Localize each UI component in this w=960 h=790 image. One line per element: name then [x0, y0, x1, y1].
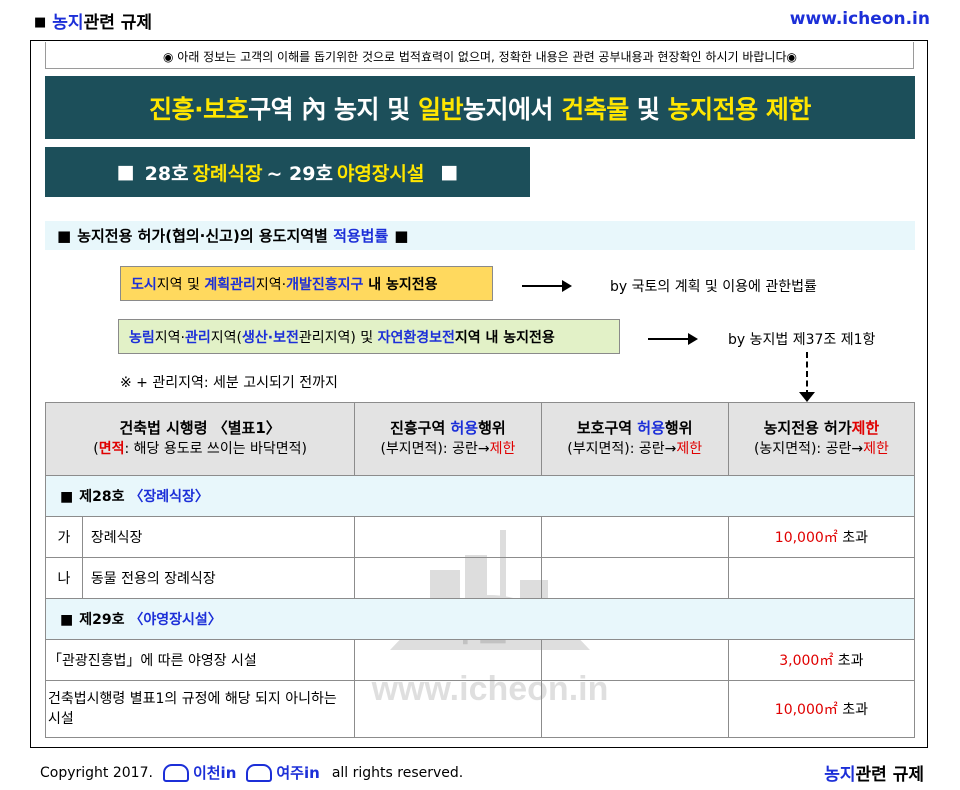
col-header-jinheung: 진흥구역 허용행위 (부지면적): 공란→제한 [354, 402, 542, 476]
square-bullet-icon: ■ [394, 226, 409, 245]
col-header-boho: 보호구역 허용행위 (부지면적): 공란→제한 [540, 402, 729, 476]
limit-value: 3,000㎡ 초과 [727, 639, 916, 681]
facility-name: 건축법시행령 별표1의 규정에 해당 되지 아니하는 시설 [44, 680, 356, 738]
icheon-in-logo[interactable]: 이천 in [162, 762, 236, 783]
footer-section-title: 농지관련 규제 [824, 765, 924, 785]
col-header-building-law: 건축법 시행령 〈별표1〉 (면적: 해당 용도로 쓰이는 바닥면적) [44, 402, 356, 476]
zone-box-urban: 도시 지역 및 계획관리 지역· 개발진흥지구 내 농지전용 [120, 266, 493, 301]
management-area-note: ※ + 관리지역: 세분 고시되기 전까지 [120, 375, 338, 391]
regulation-table: 건축법 시행령 〈별표1〉 (면적: 해당 용도로 쓰이는 바닥면적) 진흥구역… [44, 402, 916, 738]
arrow-down-icon [799, 392, 815, 402]
table-header-row: 건축법 시행령 〈별표1〉 (면적: 해당 용도로 쓰이는 바닥면적) 진흥구역… [44, 402, 916, 476]
square-bullet-icon: ■ [57, 226, 72, 245]
table-row: 나 동물 전용의 장례식장 [45, 557, 916, 599]
arrow-right-icon [648, 333, 698, 345]
yeoju-in-logo[interactable]: 여주 in [246, 762, 320, 783]
zone-box-agri: 농림 지역· 관리 지역(생산·보전 관리지역) 및 자연환경보전 지역 내 농지전용 [118, 319, 620, 354]
limit-value: 10,000㎡ 초과 [727, 680, 916, 738]
limit-value: 10,000㎡ 초과 [727, 516, 916, 558]
category-row: ■ 제28호 〈장례식장〉 [45, 475, 915, 517]
col-header-conversion-limit: 농지전용 허가제한 (농지면적): 공란→제한 [727, 402, 916, 476]
table-row: 가 장례식장 10,000㎡ 초과 [45, 516, 916, 558]
square-bullet-icon: ■ [60, 489, 74, 505]
city-icon [162, 763, 189, 782]
square-bullet-icon: ■ [34, 15, 47, 30]
site-url-link[interactable]: www.icheon.in [790, 9, 930, 29]
square-bullet-icon: ■ [116, 161, 135, 183]
section-title: ■ 농지관련 규제 [34, 13, 153, 33]
disclaimer-notice: ◉ 아래 정보는 고객의 이해를 돕기위한 것으로 법적효력이 없으며, 정확한… [163, 50, 797, 64]
city-icon [246, 763, 273, 782]
arrow-right-icon [522, 280, 572, 292]
table-row: 「관광진흥법」에 따른 야영장 시설 3,000㎡ 초과 [44, 639, 916, 681]
square-bullet-icon: ■ [60, 612, 74, 628]
category-row: ■ 제29호 〈야영장시설〉 [45, 598, 915, 640]
zone-law-agri: by 농지법 제37조 제1항 [728, 332, 876, 348]
table-row: 건축법시행령 별표1의 규정에 해당 되지 아니하는 시설 10,000㎡ 초과 [44, 680, 916, 738]
footer-copyright: Copyright 2017. 이천 in 여주 in all rights res… [40, 762, 464, 783]
facility-name: 장례식장 [81, 516, 356, 558]
facility-name: 「관광진흥법」에 따른 야영장 시설 [44, 639, 356, 681]
zone-law-urban: by 국토의 계획 및 이용에 관한법률 [610, 279, 817, 295]
limit-value [727, 557, 916, 599]
facility-name: 동물 전용의 장례식장 [81, 557, 356, 599]
main-title-banner: 진흥·보호 구역 內 농지 및 일반 농지에서 건축물 및 농지전용 제한 [45, 76, 915, 139]
subtitle-banner: ■ 28호 장례식장 ~ 29호 야영장시설 ■ [45, 147, 530, 197]
applicable-law-heading: ■ 농지전용 허가(협의·신고)의 용도지역별 적용법률 ■ [45, 221, 915, 250]
dashed-connector [806, 352, 808, 396]
square-bullet-icon: ■ [440, 161, 459, 183]
